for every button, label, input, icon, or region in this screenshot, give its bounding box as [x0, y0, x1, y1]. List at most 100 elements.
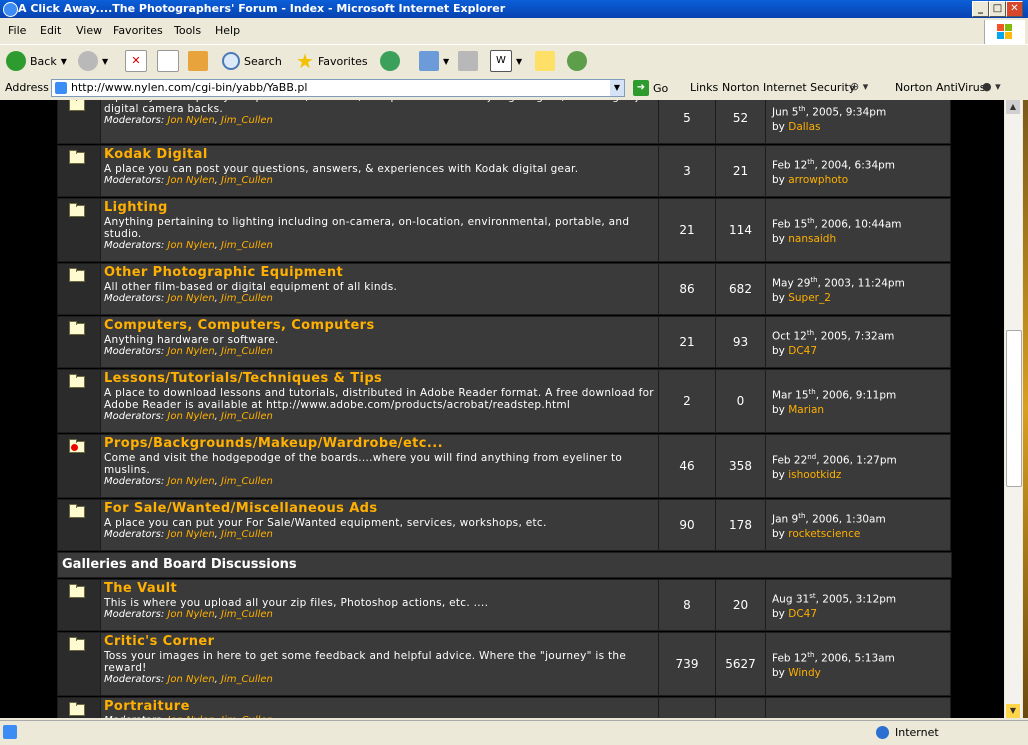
user-link[interactable]: Dallas	[788, 121, 820, 133]
last-post-date: Oct 12th, 2005, 7:32am	[772, 329, 895, 343]
discuss-button[interactable]	[535, 50, 555, 72]
moderator-link[interactable]: Jim_Cullen	[221, 175, 273, 186]
last-post-cell: Aug 31st, 2005, 3:12pm by DC47	[765, 579, 951, 631]
user-link[interactable]: DC47	[788, 345, 817, 357]
category-header: Galleries and Board Discussions	[57, 552, 952, 578]
minimize-button[interactable]: _	[972, 1, 989, 17]
mail-button[interactable]: ▼	[419, 50, 449, 72]
moderator-link[interactable]: Jim_Cullen	[221, 115, 273, 126]
menu-view[interactable]: View	[76, 24, 102, 37]
address-bar: Address http://www.nylen.com/cgi-bin/yab…	[0, 77, 1028, 99]
scroll-thumb[interactable]	[1006, 330, 1022, 487]
messenger-button[interactable]	[567, 50, 587, 72]
last-post-date: Aug 31st, 2005, 3:12pm	[772, 592, 897, 606]
close-button[interactable]: ✕	[1006, 1, 1023, 17]
forum-title-link[interactable]: Props/Backgrounds/Makeup/Wardrobe/etc...	[104, 436, 658, 452]
norton-security-icon[interactable]: ⊕ ▾	[850, 80, 868, 93]
address-dropdown-arrow[interactable]: ▼	[610, 80, 624, 96]
user-link[interactable]: Marian	[788, 404, 824, 416]
status-bar: Internet	[0, 720, 1028, 745]
user-link[interactable]: nansaidh	[788, 233, 836, 245]
moderator-link[interactable]: Jon Nylen	[167, 115, 214, 126]
scroll-up-arrow[interactable]: ▲	[1006, 100, 1020, 114]
forum-info-cell: The Vault This is where you upload all yo…	[100, 579, 659, 631]
forum-row: The Vault This is where you upload all yo…	[57, 579, 952, 631]
moderator-link[interactable]: Jon Nylen	[167, 529, 214, 540]
moderator-link[interactable]: Jim_Cullen	[221, 476, 273, 487]
moderator-link[interactable]: Jim_Cullen	[221, 411, 273, 422]
forum-title-link[interactable]: Critic's Corner	[104, 634, 658, 650]
moderator-link[interactable]: Jim_Cullen	[221, 674, 273, 685]
moderator-link[interactable]: Jim_Cullen	[221, 529, 273, 540]
favorites-button[interactable]: ★ Favorites	[296, 49, 368, 73]
user-link[interactable]: DC47	[788, 608, 817, 620]
user-link[interactable]: arrowphoto	[788, 174, 848, 186]
user-link[interactable]: Super_2	[788, 292, 831, 304]
stop-button[interactable]: ✕	[125, 50, 147, 72]
search-icon	[222, 52, 240, 70]
back-arrow-icon	[6, 51, 26, 71]
menu-tools[interactable]: Tools	[174, 24, 201, 37]
moderator-link[interactable]: Jim_Cullen	[221, 346, 273, 357]
vertical-scrollbar[interactable]: ▲ ▼	[1005, 100, 1022, 718]
forum-title-link[interactable]: Lessons/Tutorials/Techniques & Tips	[104, 371, 658, 387]
edit-button[interactable]: W ▼	[490, 50, 522, 72]
forward-button[interactable]: ▼	[78, 50, 108, 72]
moderator-link[interactable]: Jim_Cullen	[221, 293, 273, 304]
forum-title-link[interactable]: For Sale/Wanted/Miscellaneous Ads	[104, 501, 658, 517]
norton-antivirus-icon[interactable]: ● ▾	[982, 80, 1001, 93]
moderator-link[interactable]: Jon Nylen	[167, 609, 214, 620]
norton-security-button[interactable]: Norton Internet Security	[722, 81, 855, 94]
forum-title-link[interactable]: Portraiture	[104, 699, 658, 715]
user-link[interactable]: Windy	[788, 667, 821, 679]
user-link[interactable]: ishootkidz	[788, 469, 841, 481]
home-button[interactable]	[188, 50, 208, 72]
menu-edit[interactable]: Edit	[40, 24, 61, 37]
last-post-cell: Oct 12th, 2005, 7:32am by DC47	[765, 316, 951, 368]
post-count: 52	[715, 100, 766, 144]
folder-icon	[69, 637, 85, 651]
address-input[interactable]: http://www.nylen.com/cgi-bin/yabb/YaBB.p…	[51, 79, 625, 97]
moderator-link[interactable]: Jim_Cullen	[221, 240, 273, 251]
moderator-link[interactable]: Jon Nylen	[167, 240, 214, 251]
forum-description: A place you can post your questions, ans…	[104, 163, 579, 175]
forum-title-link[interactable]: The Vault	[104, 581, 658, 597]
post-count: 5627	[715, 632, 766, 696]
last-post-date: Feb 12th, 2006, 5:13am	[772, 651, 895, 665]
go-arrow-icon: ➜	[633, 80, 649, 96]
moderator-link[interactable]: Jon Nylen	[167, 674, 214, 685]
refresh-button[interactable]	[157, 50, 179, 72]
norton-antivirus-button[interactable]: Norton AntiVirus	[895, 81, 985, 94]
history-button[interactable]	[380, 50, 400, 72]
back-button[interactable]: Back ▼	[6, 50, 67, 72]
topic-count: 21	[658, 316, 716, 368]
moderator-link[interactable]: Jim_Cullen	[221, 609, 273, 620]
forum-title-link[interactable]: Kodak Digital	[104, 147, 658, 163]
forum-title-link[interactable]: Computers, Computers, Computers	[104, 318, 658, 334]
search-button[interactable]: Search	[222, 50, 282, 72]
menu-help[interactable]: Help	[215, 24, 240, 37]
menu-favorites[interactable]: Favorites	[113, 24, 163, 37]
moderator-link[interactable]: Jon Nylen	[167, 476, 214, 487]
maximize-button[interactable]: □	[989, 1, 1006, 17]
moderator-link[interactable]: Jon Nylen	[167, 411, 214, 422]
forum-title-link[interactable]: Other Photographic Equipment	[104, 265, 658, 281]
home-icon	[188, 51, 208, 71]
forum-title-link[interactable]: Lighting	[104, 200, 658, 216]
forum-info-cell: For Sale/Wanted/Miscellaneous Ads A place…	[100, 499, 659, 551]
moderator-link[interactable]: Jon Nylen	[167, 293, 214, 304]
moderator-link[interactable]: Jon Nylen	[167, 346, 214, 357]
menu-file[interactable]: File	[8, 24, 26, 37]
security-zone: Internet	[895, 726, 939, 739]
user-link[interactable]: rocketscience	[788, 528, 860, 540]
forum-description: Anything pertaining to lighting includin…	[104, 216, 630, 240]
links-button[interactable]: Links	[690, 81, 718, 94]
last-post-author: by Super_2	[772, 291, 831, 304]
scroll-down-arrow[interactable]: ▼	[1006, 704, 1020, 718]
go-button[interactable]: ➜ Go	[633, 80, 668, 96]
moderator-link[interactable]: Jon Nylen	[167, 715, 214, 718]
moderator-link[interactable]: Jon Nylen	[167, 175, 214, 186]
print-button[interactable]	[458, 50, 478, 72]
page-content: A place you can post your questions, ans…	[0, 100, 1004, 718]
moderator-link[interactable]: Jim_Cullen	[221, 715, 273, 718]
